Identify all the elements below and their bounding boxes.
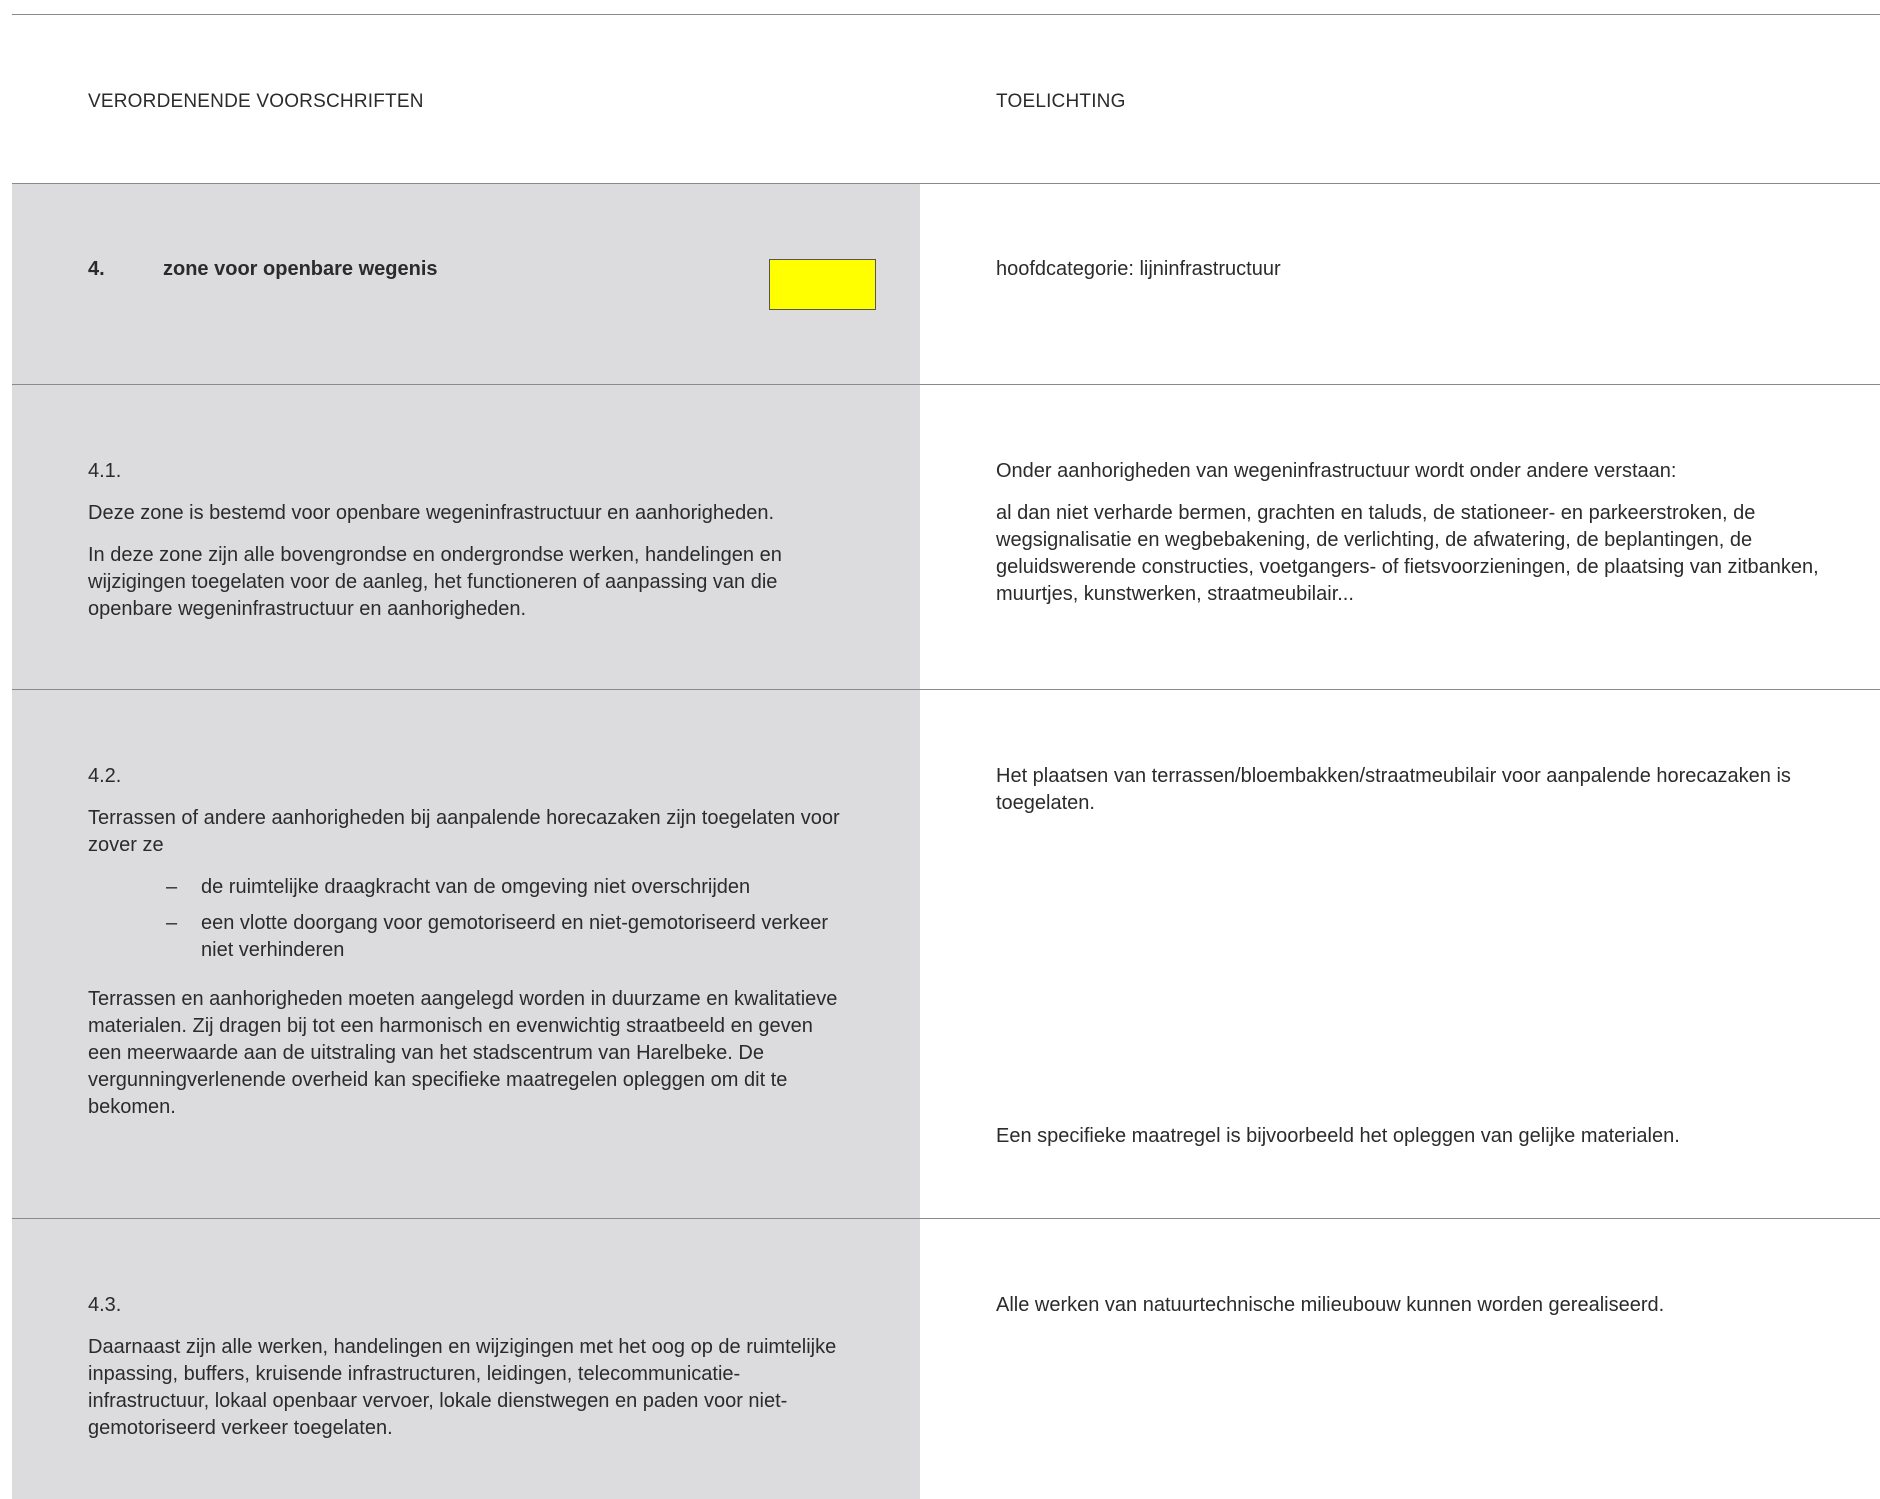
section-4-1-paragraph-1: Deze zone is bestemd voor openbare wegen… [88,502,774,524]
section-4-2-intro: Terrassen of andere aanhorigheden bij aa… [88,807,840,856]
divider-section-4-2 [12,1218,1880,1219]
section-4-1-note-1: Onder aanhorigheden van wegeninfrastruct… [996,460,1677,482]
section-4-1-right: Onder aanhorigheden van wegeninfrastruct… [996,458,1826,623]
section-4-1-note-2: al dan niet verharde bermen, grachten en… [996,502,1819,605]
zone-number: 4. [88,258,105,280]
divider-section-4-1 [12,689,1880,690]
section-4-2-left: 4.2. Terrassen of andere aanhorigheden b… [88,763,848,1136]
column-header-verordenende-voorschriften: VERORDENENDE VOORSCHRIFTEN [88,91,424,112]
section-4-3-note-1: Alle werken van natuurtechnische milieub… [996,1294,1665,1316]
section-4-3-paragraph-1: Daarnaast zijn alle werken, handelingen … [88,1336,837,1439]
section-number-4-3: 4.3. [88,1294,122,1316]
zone-color-swatch [769,259,876,310]
section-4-2-note-1: Het plaatsen van terrassen/bloembakken/s… [996,765,1791,814]
section-4-1-paragraph-2: In deze zone zijn alle bovengrondse en o… [88,544,782,620]
section-4-2-conditions-list: de ruimtelijke draagkracht van de omgevi… [88,874,848,964]
zone-category: hoofdcategorie: lijninfrastructuur [996,258,1281,280]
section-4-3-left: 4.3. Daarnaast zijn alle werken, handeli… [88,1292,848,1457]
section-number-4-1: 4.1. [88,460,122,482]
section-4-2-note-2: Een specifieke maatregel is bijvoorbeeld… [996,1125,1680,1147]
section-number-4-2: 4.2. [88,765,122,787]
divider-zone-4 [12,384,1880,385]
list-item: de ruimtelijke draagkracht van de omgevi… [166,874,848,901]
divider-header [12,183,1880,184]
section-4-1-left: 4.1. Deze zone is bestemd voor openbare … [88,458,848,638]
divider-top [12,14,1880,15]
column-header-toelichting: TOELICHTING [996,91,1126,112]
section-4-2-paragraph-2: Terrassen en aanhorigheden moeten aangel… [88,988,838,1118]
zone-title: zone voor openbare wegenis [163,258,438,280]
list-item: een vlotte doorgang voor gemotoriseerd e… [166,910,848,964]
